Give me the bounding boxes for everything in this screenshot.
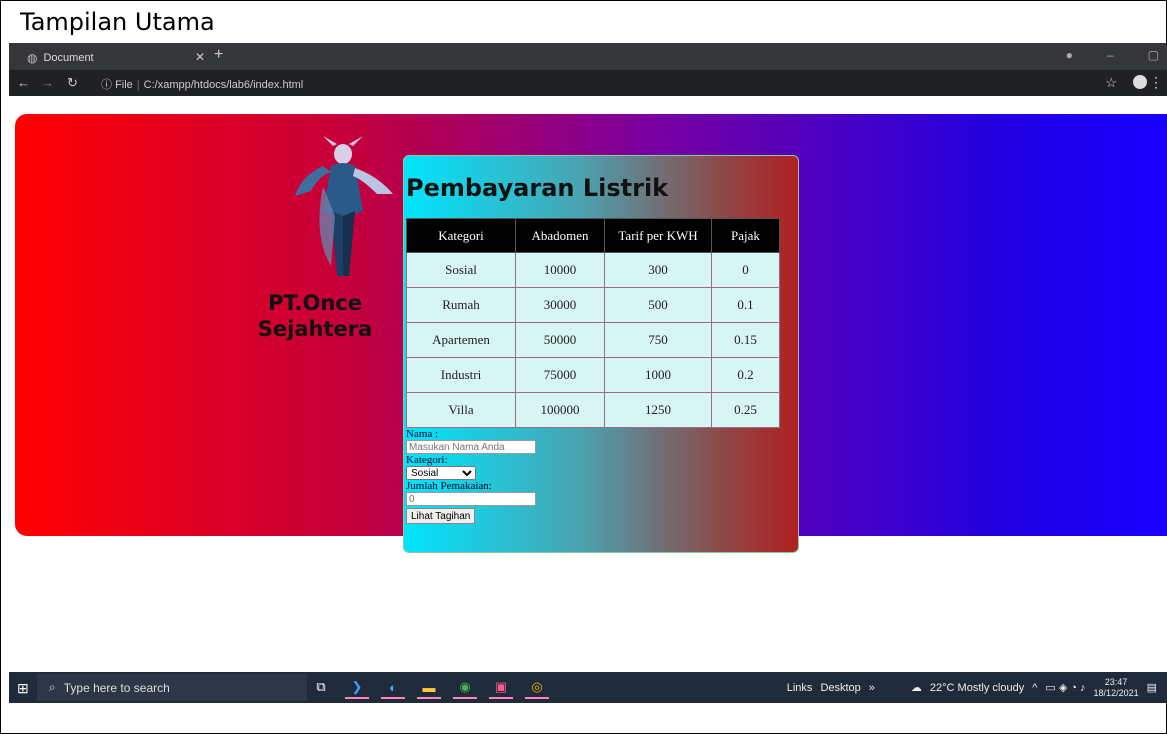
table-cell: 500 (604, 287, 712, 323)
table-row: Sosial 10000 300 0 (406, 252, 780, 288)
column-header: Kategori (406, 218, 516, 253)
url-text: C:/xampp/htdocs/lab6/index.html (143, 79, 304, 91)
clock[interactable]: 23:47 18/12/2021 (1094, 677, 1139, 699)
back-icon[interactable]: ← (17, 75, 30, 90)
table-cell: 0.1 (711, 287, 780, 323)
clock-time: 23:47 (1104, 676, 1128, 687)
reload-icon[interactable]: ↻ (67, 75, 78, 91)
url-field[interactable]: ⓘ File | C:/xampp/htdocs/lab6/index.html (101, 76, 303, 92)
column-header: Abadomen (515, 218, 605, 253)
company-name: PT.Once Sejahtera (257, 291, 373, 341)
table-header-row: Kategori Abadomen Tarif per KWH Pajak (406, 218, 780, 253)
window-controls: ● – ▢ (1066, 48, 1159, 62)
table-row: Villa 100000 1250 0.25 (406, 392, 780, 428)
table-row: Apartemen 50000 750 0.15 (406, 322, 780, 358)
profile-icon[interactable] (1133, 75, 1147, 89)
browser-tab-bar: ◍ Document ✕ + ● – ▢ (9, 43, 1167, 70)
page-heading: Pembayaran Listrik (406, 174, 669, 202)
windows-taskbar: ⊞ ⌕ Type here to search ⧉ ❯ ◐ ▬ ◉ ▣ ◎ Li… (9, 672, 1167, 703)
minimize-icon[interactable]: – (1107, 48, 1114, 62)
globe-icon: ◍ (27, 50, 38, 65)
rates-table: Kategori Abadomen Tarif per KWH Pajak So… (406, 218, 780, 428)
weather-icon: ☁ (910, 682, 922, 694)
browser-address-bar: ← → ↻ ⓘ File | C:/xampp/htdocs/lab6/index.… (9, 70, 1167, 96)
new-tab-icon[interactable]: + (214, 46, 223, 64)
tray-icons[interactable]: ▭ ◈ ◔ ♪ (1045, 681, 1085, 694)
table-cell: 0.25 (711, 392, 780, 428)
table-cell: Rumah (406, 287, 516, 323)
jumlah-label: Jumlah Pemakaian: (406, 480, 492, 492)
system-tray: Links Desktop » ☁ 22°C Mostly cloudy ^ ▭… (787, 672, 1157, 703)
page-viewport: PT.Once Sejahtera Pembayaran Listrik Kat… (9, 96, 1167, 672)
table-row: Rumah 30000 500 0.1 (406, 287, 780, 323)
table-cell: 30000 (515, 287, 605, 323)
table-cell: Villa (406, 392, 516, 428)
task-view-icon[interactable]: ⧉ (309, 677, 333, 697)
table-cell: 0 (711, 252, 780, 288)
info-icon: ⓘ (101, 79, 112, 91)
weather-text[interactable]: 22°C Mostly cloudy (930, 682, 1024, 694)
table-cell: 300 (604, 252, 712, 288)
table-cell: 0.15 (711, 322, 780, 358)
kategori-label: Kategori: (406, 454, 448, 466)
table-cell: 1000 (604, 357, 712, 393)
links-toolbar[interactable]: Links (787, 682, 813, 694)
table-cell: 100000 (515, 392, 605, 428)
nama-input[interactable] (406, 440, 536, 454)
lihat-tagihan-button[interactable]: Lihat Tagihan (406, 508, 476, 524)
table-cell: 750 (604, 322, 712, 358)
close-tab-icon[interactable]: ✕ (195, 50, 205, 64)
column-header: Tarif per KWH (604, 218, 712, 253)
nama-label: Nama : (406, 428, 439, 440)
table-cell: 0.2 (711, 357, 780, 393)
windows-start-icon[interactable]: ⊞ (17, 680, 29, 697)
url-prefix: File (115, 79, 133, 91)
table-cell: Sosial (406, 252, 516, 288)
table-cell: 50000 (515, 322, 605, 358)
table-cell: 75000 (515, 357, 605, 393)
billing-form: Nama : Kategori: Sosial Jumlah Pemakaian… (406, 428, 536, 524)
forward-icon[interactable]: → (41, 75, 54, 90)
column-header: Pajak (711, 218, 780, 253)
kategori-select[interactable]: Sosial (406, 466, 476, 480)
tab-title: Document (43, 51, 94, 64)
edge-icon[interactable]: ◐ (381, 677, 405, 699)
desktop-toolbar[interactable]: Desktop (820, 682, 860, 694)
app-icon[interactable]: ▣ (489, 677, 513, 699)
maximize-icon[interactable]: ▢ (1148, 48, 1159, 62)
jumlah-input[interactable] (406, 492, 536, 506)
document-title: Tampilan Utama (20, 8, 215, 36)
table-cell: Apartemen (406, 322, 516, 358)
browser-tab[interactable]: ◍ Document ✕ (15, 45, 215, 70)
table-cell: 1250 (604, 392, 712, 428)
search-icon: ⌕ (49, 680, 56, 694)
taskbar-search[interactable]: ⌕ Type here to search (37, 674, 307, 701)
table-cell: Industri (406, 357, 516, 393)
tray-chevron-icon[interactable]: ^ (1032, 682, 1037, 694)
table-cell: 10000 (515, 252, 605, 288)
search-placeholder: Type here to search (63, 680, 170, 695)
table-row: Industri 75000 1000 0.2 (406, 357, 780, 393)
taskbar-apps: ⧉ ❯ ◐ ▬ ◉ ▣ ◎ (309, 677, 549, 699)
vscode-icon[interactable]: ❯ (345, 677, 369, 699)
gradient-banner: PT.Once Sejahtera Pembayaran Listrik Kat… (15, 114, 1167, 553)
extension-icon[interactable]: ● (1066, 48, 1073, 62)
notifications-icon[interactable]: ▤ (1147, 681, 1157, 694)
clock-date: 18/12/2021 (1093, 687, 1139, 698)
character-image (295, 136, 393, 276)
menu-icon[interactable]: ⋮ (1149, 74, 1163, 91)
file-explorer-icon[interactable]: ▬ (417, 677, 441, 699)
chrome-icon[interactable]: ◎ (525, 677, 549, 699)
toolbar-expand-icon[interactable]: » (869, 682, 875, 694)
bookmark-star-icon[interactable]: ☆ (1105, 75, 1117, 91)
payment-card: Pembayaran Listrik Kategori Abadomen Tar… (403, 155, 799, 553)
chat-app-icon[interactable]: ◉ (453, 677, 477, 699)
